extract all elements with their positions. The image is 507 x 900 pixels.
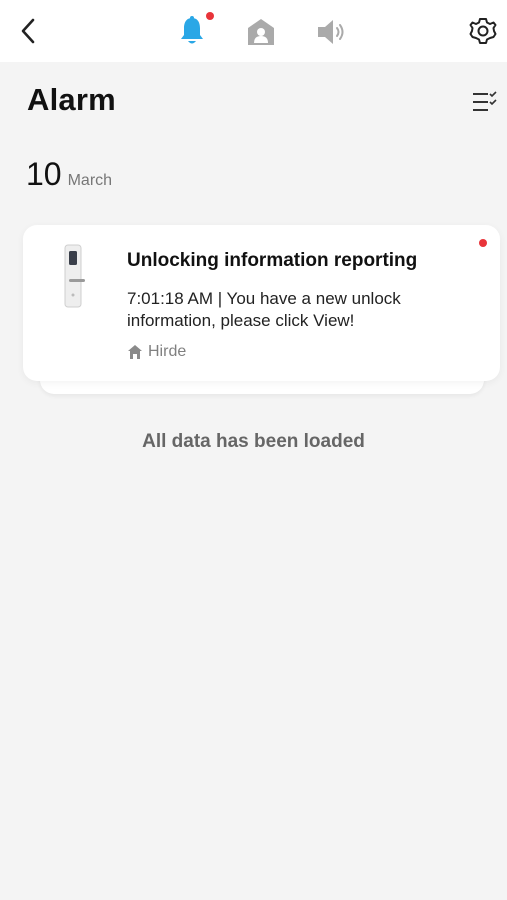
gear-icon: [469, 18, 497, 44]
home-small-icon: [128, 345, 142, 359]
chevron-left-icon: [21, 18, 35, 44]
home-icon: [248, 19, 274, 45]
unread-dot: [479, 239, 487, 247]
top-bar: [0, 0, 507, 62]
alarm-location: Hirde: [127, 343, 186, 361]
date-header: 10 March: [26, 156, 112, 193]
back-button[interactable]: [12, 14, 44, 48]
list-check-icon: [473, 91, 497, 111]
load-status: All data has been loaded: [142, 431, 365, 452]
home-tab[interactable]: [243, 14, 279, 50]
notification-dot: [206, 12, 214, 20]
alarm-card[interactable]: Unlocking information reporting 7:01:18 …: [23, 225, 500, 381]
alarm-title: Unlocking information reporting: [127, 250, 418, 271]
page-title: Alarm: [27, 82, 116, 117]
bell-icon: [181, 16, 203, 44]
settings-button[interactable]: [466, 14, 500, 48]
alarm-message: 7:01:18 AM | You have a new unlock infor…: [127, 289, 401, 330]
location-label: Hirde: [148, 343, 187, 360]
date-month: March: [67, 172, 113, 189]
smart-lock-image: [64, 244, 85, 308]
date-day: 10: [26, 156, 62, 192]
alarm-tab[interactable]: [174, 12, 210, 50]
speaker-icon: [318, 20, 344, 44]
sound-tab[interactable]: [312, 14, 352, 50]
filter-button[interactable]: [470, 88, 498, 116]
